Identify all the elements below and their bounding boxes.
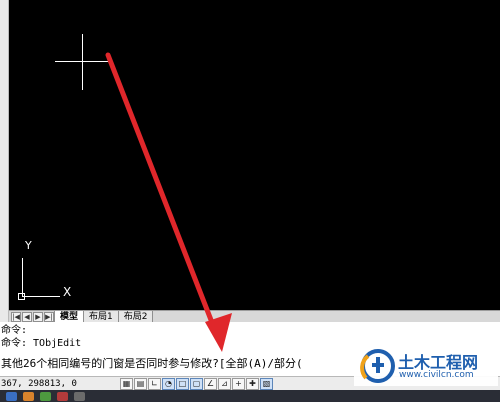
osnap-toggle-icon[interactable]: □ — [176, 377, 189, 390]
ducs-toggle-icon[interactable]: ∠ — [204, 377, 217, 390]
taskbar-app-icon[interactable] — [6, 391, 17, 401]
watermark-url: www.civilcn.com — [399, 370, 474, 380]
grid-toggle-icon[interactable]: ▤ — [134, 377, 147, 390]
otrack-toggle-icon[interactable]: ▢ — [190, 377, 203, 390]
snap-toggle-icon[interactable]: ▦ — [120, 377, 133, 390]
site-watermark: 土木工程网 www.civilcn.com — [354, 346, 498, 386]
tab-next-icon[interactable]: ▶ — [33, 311, 43, 322]
tab-last-icon[interactable]: ▶| — [44, 311, 54, 322]
command-history-line-1: 命令: — [1, 325, 28, 336]
lineweight-toggle-icon[interactable]: + — [232, 377, 245, 390]
taskbar-app-icon[interactable] — [74, 391, 85, 401]
tab-first-icon[interactable]: |◀ — [11, 311, 21, 322]
layout-tabs-bar: |◀ ◀ ▶ ▶| 模型 布局1 布局2 — [9, 310, 500, 323]
taskbar-app-icon[interactable] — [23, 391, 34, 401]
polar-toggle-icon[interactable]: ◔ — [162, 377, 175, 390]
taskbar — [0, 390, 500, 402]
tab-nav-buttons: |◀ ◀ ▶ ▶| — [9, 311, 55, 322]
qp-toggle-icon[interactable]: ✚ — [246, 377, 259, 390]
tab-prev-icon[interactable]: ◀ — [22, 311, 32, 322]
sc-toggle-icon[interactable]: ▧ — [260, 377, 273, 390]
crosshair-horizontal — [55, 61, 111, 62]
taskbar-app-icon[interactable] — [57, 391, 68, 401]
ucs-y-axis — [22, 258, 23, 296]
dyn-toggle-icon[interactable]: ⊿ — [218, 377, 231, 390]
ucs-y-label: Y — [25, 239, 32, 252]
crosshair-cursor-icon — [55, 34, 111, 90]
ucs-x-axis — [22, 296, 60, 297]
command-history-line-2: 命令: TObjEdit — [1, 338, 82, 349]
crosshair-vertical — [82, 34, 83, 90]
drawing-canvas[interactable]: Y X — [9, 0, 500, 310]
ucs-x-label: X — [63, 285, 72, 299]
ucs-icon: Y X — [15, 238, 85, 304]
civilcn-logo-icon — [360, 349, 395, 383]
command-window[interactable]: 命令: 命令: TObjEdit 其他26个相同编号的门窗是否同时参与修改?[全… — [0, 322, 345, 376]
ucs-origin-box — [18, 293, 25, 300]
ortho-toggle-icon[interactable]: ∟ — [148, 377, 161, 390]
taskbar-app-icon[interactable] — [40, 391, 51, 401]
command-prompt-line[interactable]: 其他26个相同编号的门窗是否同时参与修改?[全部(A)/部分( — [1, 358, 303, 370]
cad-application-window: Y X |◀ ◀ ▶ ▶| 模型 布局1 布局2 命令: 命令: TObjEdi… — [0, 0, 500, 402]
window-left-frame — [0, 0, 9, 322]
coordinate-readout: 367, 298813, 0 — [1, 378, 77, 389]
